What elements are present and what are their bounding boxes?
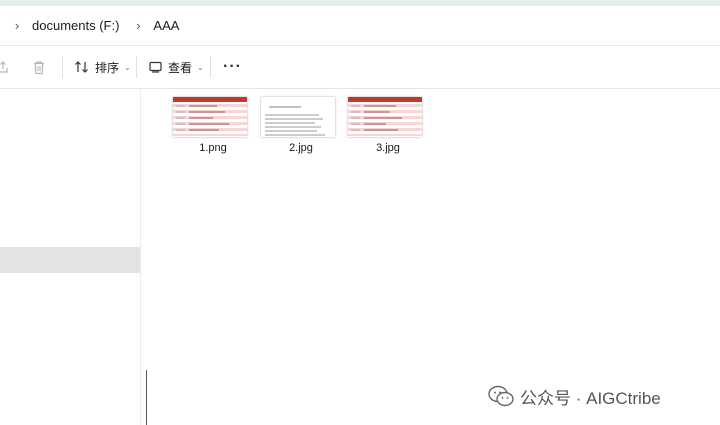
view-button[interactable]: 查看 ⌄	[149, 46, 204, 88]
share-button[interactable]	[0, 46, 10, 88]
more-icon: ···	[223, 58, 242, 75]
navigation-pane[interactable]	[0, 89, 141, 425]
toolbar-separator	[210, 56, 211, 78]
file-list-area[interactable]: 1.png 2.jpg 3.jpg	[150, 89, 720, 425]
chevron-right-icon[interactable]: ›	[129, 18, 147, 33]
chevron-down-icon: ⌄	[197, 62, 204, 72]
toolbar-separator	[62, 56, 63, 78]
watermark-text: 公众号 · AIGCtribe	[520, 388, 661, 408]
watermark: 公众号 · AIGCtribe	[488, 383, 661, 409]
file-name[interactable]: 3.jpg	[348, 142, 428, 154]
image-thumbnail	[348, 97, 422, 137]
delete-button[interactable]	[32, 46, 46, 88]
wechat-icon	[488, 385, 514, 407]
more-button[interactable]: ···	[223, 46, 242, 88]
chevron-right-icon[interactable]: ›	[8, 18, 26, 33]
command-bar: 排序 ⌄ 查看 ⌄ ···	[0, 46, 720, 89]
image-thumbnail	[173, 97, 247, 137]
address-bar[interactable]: › documents (F:) › AAA	[0, 6, 720, 46]
sort-label: 排序	[95, 60, 120, 75]
chevron-down-icon: ⌄	[124, 62, 131, 72]
scrollbar[interactable]	[146, 370, 147, 425]
sort-icon	[75, 61, 88, 73]
view-label: 查看	[168, 60, 193, 75]
breadcrumb-folder[interactable]: AAA	[153, 18, 179, 33]
toolbar-separator	[136, 56, 137, 78]
trash-icon	[34, 60, 44, 74]
view-icon	[149, 61, 162, 73]
file-name[interactable]: 1.png	[173, 142, 253, 154]
file-name[interactable]: 2.jpg	[261, 142, 341, 154]
image-thumbnail	[261, 97, 335, 137]
sort-button[interactable]: 排序 ⌄	[74, 46, 131, 88]
nav-selected-item[interactable]	[0, 247, 140, 273]
breadcrumb-drive[interactable]: documents (F:)	[32, 18, 119, 33]
share-icon	[0, 61, 8, 73]
